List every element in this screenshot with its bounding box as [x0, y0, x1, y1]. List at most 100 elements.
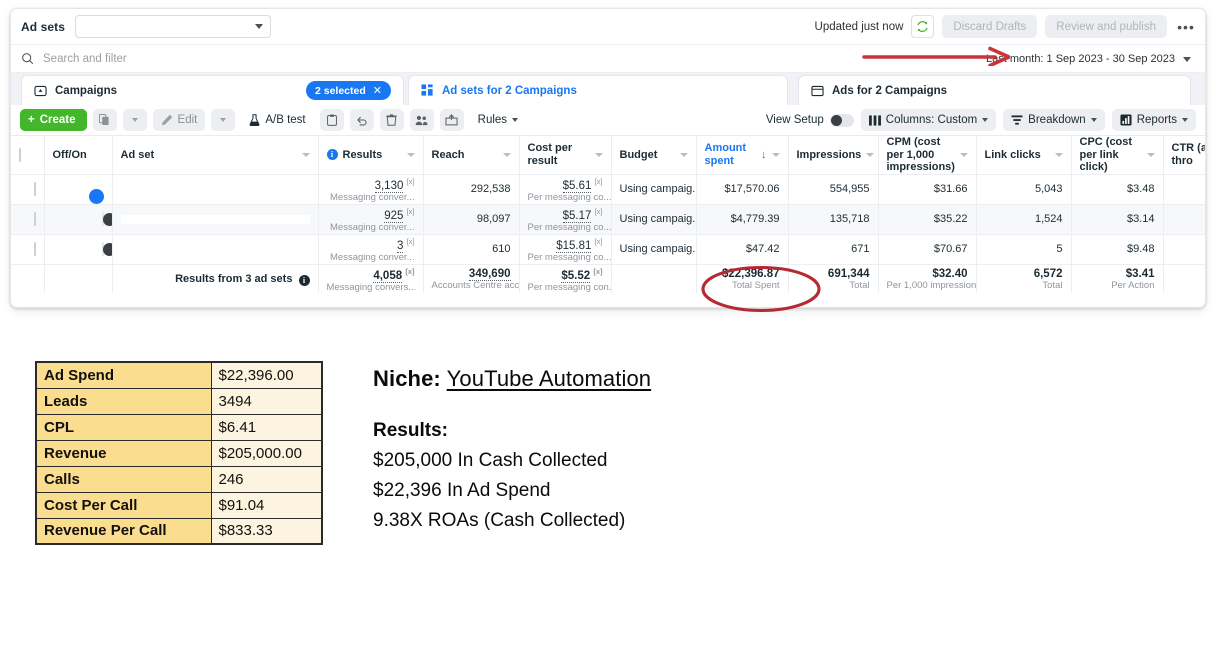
row-impressions: 135,718 — [788, 204, 879, 235]
row-checkbox-cell[interactable] — [11, 204, 45, 235]
col-results[interactable]: i Results — [318, 136, 424, 175]
reports-button[interactable]: Reports — [1111, 109, 1196, 131]
chevron-down-icon[interactable] — [406, 152, 415, 157]
chevron-down-icon[interactable] — [1054, 152, 1063, 157]
toggle-off-icon[interactable] — [829, 113, 854, 127]
chevron-down-icon[interactable] — [866, 152, 875, 157]
duplicate-button[interactable] — [92, 109, 117, 131]
total-spacer-checkbox — [11, 264, 45, 293]
row-checkbox-cell[interactable] — [11, 174, 45, 205]
col-results-label: Results — [342, 148, 383, 161]
tab-campaigns[interactable]: Campaigns 2 selected ✕ — [21, 75, 404, 105]
copy-button[interactable] — [319, 109, 344, 131]
metric-label: Leads — [35, 387, 212, 415]
duplicate-icon — [99, 114, 109, 126]
col-reach[interactable]: Reach — [423, 136, 520, 175]
chevron-down-icon[interactable] — [502, 152, 511, 157]
search-input[interactable]: Search and filter — [43, 53, 127, 65]
discard-drafts-button[interactable]: Discard Drafts — [942, 15, 1038, 38]
view-setup-toggle[interactable]: View Setup — [765, 113, 854, 127]
total-reach-sublabel: Accounts Centre acco... — [431, 280, 519, 292]
info-icon[interactable]: i — [298, 275, 310, 287]
row-toggle-cell[interactable] — [44, 174, 113, 205]
table-row[interactable]: 3 [x] Messaging conver... 610 $15.81 [x]… — [11, 234, 1205, 265]
select-all-header[interactable] — [11, 136, 45, 175]
chevron-down-icon[interactable] — [959, 152, 968, 157]
col-link-clicks[interactable]: Link clicks — [976, 136, 1072, 175]
breakdown-button[interactable]: Breakdown — [1003, 109, 1105, 131]
chevron-down-icon — [1090, 118, 1097, 122]
ads-icon — [811, 85, 824, 96]
rules-button[interactable]: Rules — [470, 109, 526, 131]
trash-icon — [386, 114, 397, 126]
chevron-down-icon[interactable] — [771, 152, 780, 157]
row-checkbox[interactable] — [33, 212, 36, 227]
total-amount-spent: $22,396.87 Total Spent — [696, 264, 789, 293]
tab-ads[interactable]: Ads for 2 Campaigns — [798, 75, 1191, 105]
row-checkbox[interactable] — [33, 242, 36, 257]
chevron-down-icon[interactable] — [679, 152, 688, 157]
col-adset[interactable]: Ad set — [112, 136, 319, 175]
action-toolbar: + Create Edit A/B test Rules View Setup … — [11, 105, 1205, 136]
total-label-cell: Results from 3 ad sets i — [112, 264, 319, 293]
tab-ad-sets[interactable]: Ad sets for 2 Campaigns — [408, 75, 788, 105]
results-sublabel: Messaging conver... — [330, 221, 415, 233]
selection-badge[interactable]: 2 selected ✕ — [305, 81, 391, 100]
revert-button[interactable] — [349, 109, 374, 131]
results-superscript: [x] — [406, 207, 415, 216]
row-toggle-cell[interactable] — [44, 204, 113, 235]
audience-button[interactable] — [409, 109, 434, 131]
row-reach: 98,097 — [423, 204, 520, 235]
total-link-clicks-sublabel: Total — [1042, 280, 1063, 292]
refresh-button[interactable] — [911, 15, 935, 38]
view-setup-label: View Setup — [765, 114, 824, 126]
review-and-publish-button[interactable]: Review and publish — [1045, 15, 1167, 38]
col-impressions[interactable]: Impressions — [788, 136, 879, 175]
row-ctr — [1163, 234, 1205, 265]
rules-label: Rules — [477, 114, 508, 126]
row-cpc: $9.48 — [1071, 234, 1164, 265]
edit-button[interactable]: Edit — [152, 109, 206, 131]
col-amount-spent[interactable]: Amount spent ↓ — [696, 136, 789, 175]
row-checkbox[interactable] — [33, 182, 36, 197]
row-adset-name — [112, 234, 319, 265]
row-toggle-cell[interactable] — [44, 234, 113, 265]
col-impressions-label: Impressions — [796, 148, 862, 161]
col-budget[interactable]: Budget — [611, 136, 697, 175]
row-cost-per-result: $5.17 [x] Per messaging co... — [519, 204, 612, 235]
col-offon[interactable]: Off/On — [44, 136, 113, 175]
selection-badge-label: 2 selected — [314, 84, 366, 97]
table-row[interactable]: 925 [x] Messaging conver... 98,097 $5.17… — [11, 204, 1205, 235]
columns-button[interactable]: Columns: Custom — [860, 109, 997, 131]
create-button[interactable]: + Create — [20, 109, 87, 131]
export-button[interactable] — [439, 109, 464, 131]
col-cpc[interactable]: CPC (cost per link click) — [1071, 136, 1164, 175]
adset-status-toggle[interactable] — [101, 212, 104, 227]
edit-menu-button[interactable] — [211, 109, 236, 131]
more-options-button[interactable]: ••• — [1175, 15, 1197, 38]
ad-sets-table-wrapper: Off/On Ad set i Results Reach Cost per re… — [11, 136, 1205, 293]
col-cpm[interactable]: CPM (cost per 1,000 impressions) — [878, 136, 977, 175]
chevron-down-icon[interactable] — [594, 152, 603, 157]
row-amount-spent: $17,570.06 — [696, 174, 789, 205]
reports-button-label: Reports — [1136, 114, 1177, 126]
col-ctr[interactable]: CTR (all) thro — [1163, 136, 1205, 175]
duplicate-menu-button[interactable] — [122, 109, 147, 131]
select-all-checkbox[interactable] — [19, 147, 21, 162]
table-row[interactable]: 3,130 [x] Messaging conver... 292,538 $5… — [11, 174, 1205, 205]
col-cost-per-result[interactable]: Cost per result — [519, 136, 612, 175]
row-cpm: $31.66 — [878, 174, 977, 205]
total-reach: 349,690 Accounts Centre acco... — [423, 264, 520, 293]
date-range-selector[interactable]: Last month: 1 Sep 2023 - 30 Sep 2023 — [978, 48, 1199, 70]
chevron-down-icon[interactable] — [301, 152, 310, 157]
adset-status-toggle[interactable] — [101, 242, 104, 257]
delete-button[interactable] — [379, 109, 404, 131]
row-amount-spent: $4,779.39 — [696, 204, 789, 235]
chevron-down-icon[interactable] — [1146, 152, 1155, 157]
account-select[interactable] — [75, 15, 272, 38]
row-checkbox-cell[interactable] — [11, 234, 45, 265]
results-line: 9.38X ROAs (Cash Collected) — [373, 510, 626, 531]
tab-bar: Campaigns 2 selected ✕ Ad sets for 2 Cam… — [11, 73, 1205, 105]
close-icon[interactable]: ✕ — [373, 84, 382, 97]
ab-test-button[interactable]: A/B test — [241, 109, 313, 131]
